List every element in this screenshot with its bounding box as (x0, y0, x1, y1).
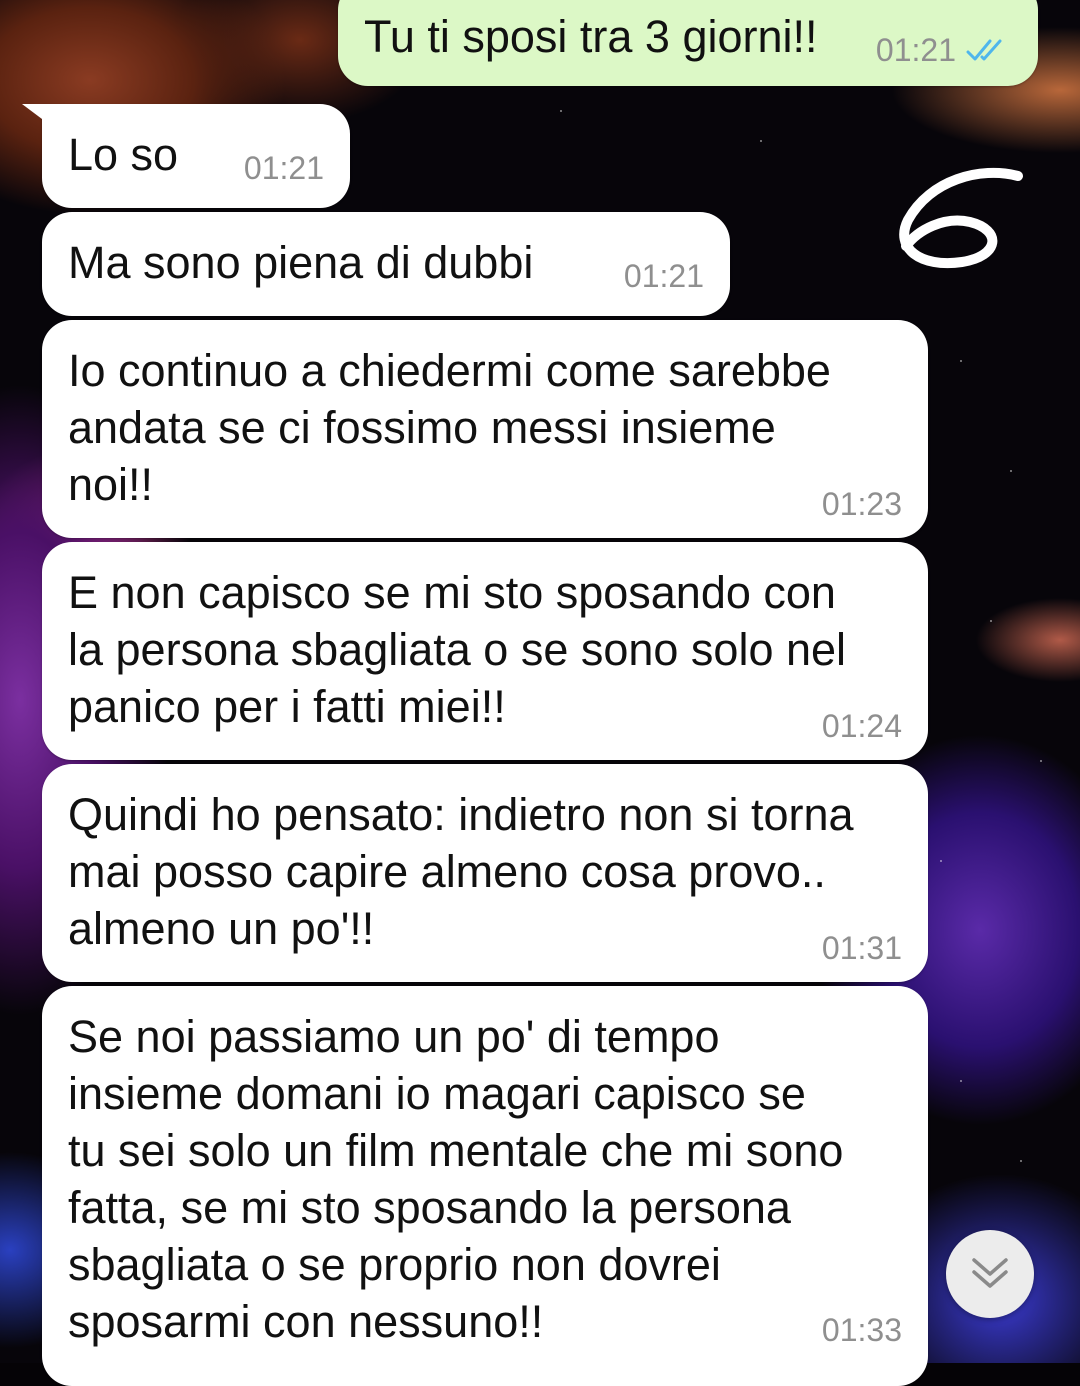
handwritten-annotation (899, 168, 1023, 269)
double-chevron-down-icon (972, 1258, 1008, 1288)
incoming-message[interactable]: Quindi ho pensato: indietro non si torna… (42, 764, 928, 982)
incoming-message[interactable]: Lo so 01:21 (22, 104, 350, 208)
double-check-read-icon (966, 39, 1002, 61)
message-time: 01:23 (821, 486, 902, 522)
incoming-message[interactable]: Ma sono piena di dubbi 01:21 (42, 212, 730, 316)
message-text: Ma sono piena di dubbi (68, 237, 534, 288)
bubble-tail (22, 104, 62, 134)
message-text: Quindi ho pensato: indietro non si torna… (68, 789, 854, 954)
message-time: 01:21 (875, 32, 956, 68)
message-time: 01:24 (821, 708, 902, 744)
message-text: Io continuo a chiedermi come sarebbe and… (68, 345, 831, 510)
incoming-message[interactable]: E non capisco se mi sto sposando con la … (42, 542, 928, 760)
incoming-message[interactable]: Se noi passiamo un po' di tempo insieme … (42, 986, 928, 1386)
outgoing-message[interactable]: Tu ti sposi tra 3 giorni!! 01:21 (338, 0, 1038, 86)
message-time: 01:21 (623, 258, 704, 294)
scroll-to-bottom-button[interactable] (946, 1230, 1034, 1318)
message-time: 01:31 (821, 930, 902, 966)
incoming-message[interactable]: Io continuo a chiedermi come sarebbe and… (42, 320, 928, 538)
message-text: E non capisco se mi sto sposando con la … (68, 567, 847, 732)
message-time: 01:21 (243, 150, 324, 186)
message-text: Se noi passiamo un po' di tempo insieme … (68, 1011, 844, 1347)
message-time: 01:33 (821, 1312, 902, 1348)
